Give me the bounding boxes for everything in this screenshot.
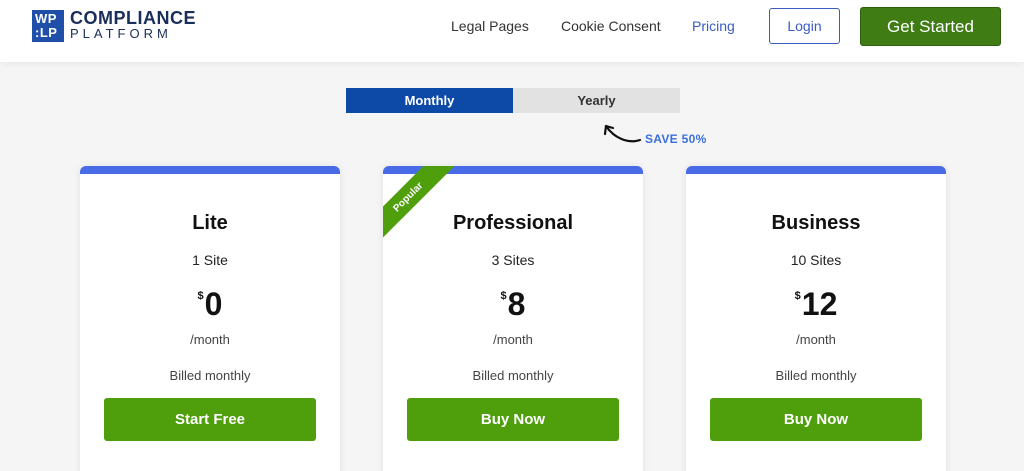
- plan-billing: Billed monthly: [472, 368, 554, 383]
- start-free-button[interactable]: Start Free: [104, 398, 316, 441]
- plan-name: Lite: [192, 212, 228, 234]
- logo-mark: WP :LP: [32, 10, 64, 42]
- curved-arrow-icon: [603, 124, 642, 143]
- site-header: WP :LP COMPLIANCE PLATFORM Legal Pages C…: [0, 0, 1024, 62]
- plan-sites: 10 Sites: [790, 252, 842, 268]
- plan-period: /month: [796, 332, 836, 347]
- nav-pricing[interactable]: Pricing: [692, 18, 735, 34]
- plan-card-business: Business 10 Sites $12 /month Billed mont…: [686, 166, 946, 471]
- nav-legal-pages[interactable]: Legal Pages: [451, 18, 529, 34]
- buy-now-button[interactable]: Buy Now: [710, 398, 922, 441]
- plan-period: /month: [190, 332, 230, 347]
- currency-symbol: $: [794, 290, 801, 302]
- plan-price: $8: [383, 286, 643, 323]
- logo-text: COMPLIANCE PLATFORM: [70, 8, 196, 42]
- monthly-option[interactable]: Monthly: [346, 88, 513, 113]
- currency-symbol: $: [197, 290, 204, 302]
- price-value: 0: [204, 286, 223, 322]
- logo-mark-line1: WP: [35, 11, 57, 26]
- save-note: SAVE 50%: [645, 132, 707, 146]
- plan-price: $12: [686, 286, 946, 323]
- plan-billing: Billed monthly: [775, 368, 857, 383]
- yearly-option[interactable]: Yearly: [513, 88, 680, 113]
- plan-card-professional: Popular Professional 3 Sites $8 /month B…: [383, 166, 643, 471]
- buy-now-button[interactable]: Buy Now: [407, 398, 619, 441]
- plan-card-lite: Lite 1 Site $0 /month Billed monthly Sta…: [80, 166, 340, 471]
- login-button[interactable]: Login: [769, 8, 840, 44]
- logo[interactable]: WP :LP COMPLIANCE PLATFORM: [32, 8, 196, 42]
- plan-name: Professional: [452, 212, 574, 234]
- logo-line1: COMPLIANCE: [70, 8, 196, 28]
- price-value: 12: [801, 286, 838, 322]
- billing-toggle: Monthly Yearly: [346, 88, 680, 113]
- price-value: 8: [507, 286, 526, 322]
- get-started-button[interactable]: Get Started: [860, 7, 1001, 46]
- plan-name: Business: [771, 212, 861, 234]
- logo-mark-line2: :LP: [35, 25, 58, 40]
- currency-symbol: $: [500, 290, 507, 302]
- plan-sites: 1 Site: [192, 252, 228, 268]
- plan-billing: Billed monthly: [169, 368, 251, 383]
- nav-cookie-consent[interactable]: Cookie Consent: [561, 18, 661, 34]
- plan-sites: 3 Sites: [491, 252, 535, 268]
- plan-price: $0: [80, 286, 340, 323]
- card-topbar: [80, 166, 340, 174]
- logo-line2: PLATFORM: [70, 26, 172, 41]
- plan-period: /month: [493, 332, 533, 347]
- card-topbar: [686, 166, 946, 174]
